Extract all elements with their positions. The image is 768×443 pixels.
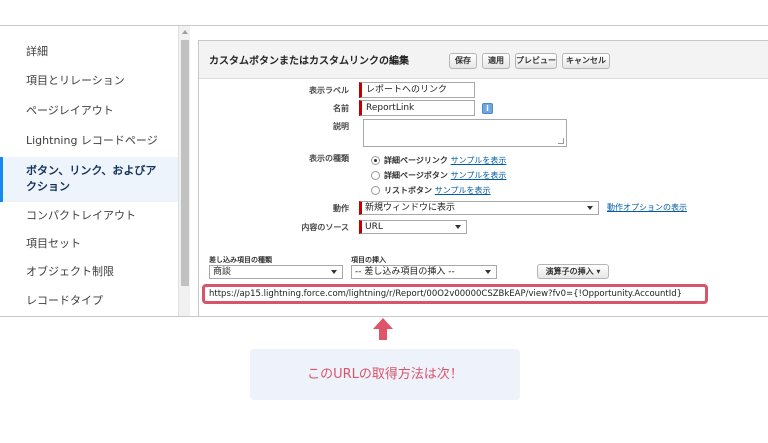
radio-list-button[interactable]: リストボタン サンプルを表示 (371, 185, 491, 197)
content-source-select[interactable]: URL (359, 220, 467, 234)
chevron-down-icon (331, 270, 337, 274)
name-input[interactable]: ReportLink (359, 100, 475, 116)
chevron-down-icon (485, 270, 491, 274)
content-source-label: 内容のソース (301, 223, 349, 232)
behavior-select[interactable]: 新規ウィンドウに表示 (359, 201, 599, 215)
sidebar-item-details[interactable]: 詳細 (0, 44, 178, 60)
merge-field-type-label: 差し込み項目の種類 (209, 256, 272, 264)
resize-handle-icon[interactable] (558, 138, 564, 144)
save-button[interactable]: 保存 (449, 53, 477, 69)
scroll-up-icon[interactable] (182, 30, 188, 34)
display-label-input[interactable]: レポートへのリンク (359, 82, 475, 98)
radio-selected-icon[interactable] (371, 156, 380, 165)
display-type-label: 表示の種類 (309, 154, 349, 163)
radio-detail-page-link[interactable]: 詳細ページリンク サンプルを表示 (371, 155, 506, 167)
panel-header: カスタムボタンまたはカスタムリンクの編集 保存 適用 プレビュー キャンセル (199, 41, 768, 79)
sidebar-item-lightning-record-pages[interactable]: Lightning レコードページ (0, 133, 178, 149)
apply-button[interactable]: 適用 (482, 53, 510, 69)
sidebar-item-record-types[interactable]: レコードタイプ (0, 293, 178, 309)
info-icon[interactable]: i (482, 103, 493, 114)
insert-field-select[interactable]: -- 差し込み項目の挿入 -- (351, 265, 497, 279)
sidebar-item-compact-layouts[interactable]: コンパクトレイアウト (0, 208, 178, 224)
salesforce-setup-window: 詳細 項目とリレーション ページレイアウト Lightning レコードページ … (0, 25, 768, 317)
name-label: 名前 (333, 104, 349, 113)
arrow-up-icon (373, 318, 393, 340)
description-textarea[interactable] (363, 119, 567, 147)
insert-field-label: 項目の挿入 (351, 256, 386, 264)
sample-link[interactable]: サンプルを表示 (451, 156, 507, 165)
edit-custom-button-panel: カスタムボタンまたはカスタムリンクの編集 保存 適用 プレビュー キャンセル 表… (198, 40, 768, 316)
behavior-label: 動作 (333, 204, 349, 213)
radio-detail-page-button[interactable]: 詳細ページボタン サンプルを表示 (371, 170, 506, 182)
chevron-down-icon (587, 206, 593, 210)
sidebar-item-buttons-links-actions[interactable]: ボタン、リンク、およびア クション (0, 157, 178, 202)
sidebar-item-page-layouts[interactable]: ページレイアウト (0, 103, 178, 119)
description-label: 説明 (333, 122, 349, 131)
insert-operator-button[interactable]: 演算子の挿入 ▾ (537, 264, 609, 279)
url-textarea[interactable]: https://ap15.lightning.force.com/lightni… (202, 284, 708, 304)
display-label-label: 表示ラベル (309, 86, 349, 95)
radio-icon[interactable] (371, 171, 380, 180)
cancel-button[interactable]: キャンセル (562, 53, 610, 69)
behavior-options-link[interactable]: 動作オプションの表示 (607, 202, 687, 214)
sample-link[interactable]: サンプルを表示 (435, 186, 491, 195)
merge-field-type-select[interactable]: 商談 (209, 265, 343, 279)
preview-button[interactable]: プレビュー (515, 53, 557, 69)
page-title: カスタムボタンまたはカスタムリンクの編集 (209, 56, 409, 67)
sample-link[interactable]: サンプルを表示 (451, 171, 507, 180)
sidebar-item-object-limits[interactable]: オブジェクト制限 (0, 264, 178, 280)
sidebar: 詳細 項目とリレーション ページレイアウト Lightning レコードページ … (0, 26, 178, 316)
callout-note: このURLの取得方法は次！ (250, 349, 520, 400)
sidebar-item-field-sets[interactable]: 項目セット (0, 236, 178, 252)
radio-icon[interactable] (371, 186, 380, 195)
chevron-down-icon (455, 225, 461, 229)
scroll-thumb[interactable] (181, 40, 189, 286)
sidebar-scrollbar[interactable] (178, 26, 190, 316)
sidebar-item-fields[interactable]: 項目とリレーション (0, 73, 178, 89)
